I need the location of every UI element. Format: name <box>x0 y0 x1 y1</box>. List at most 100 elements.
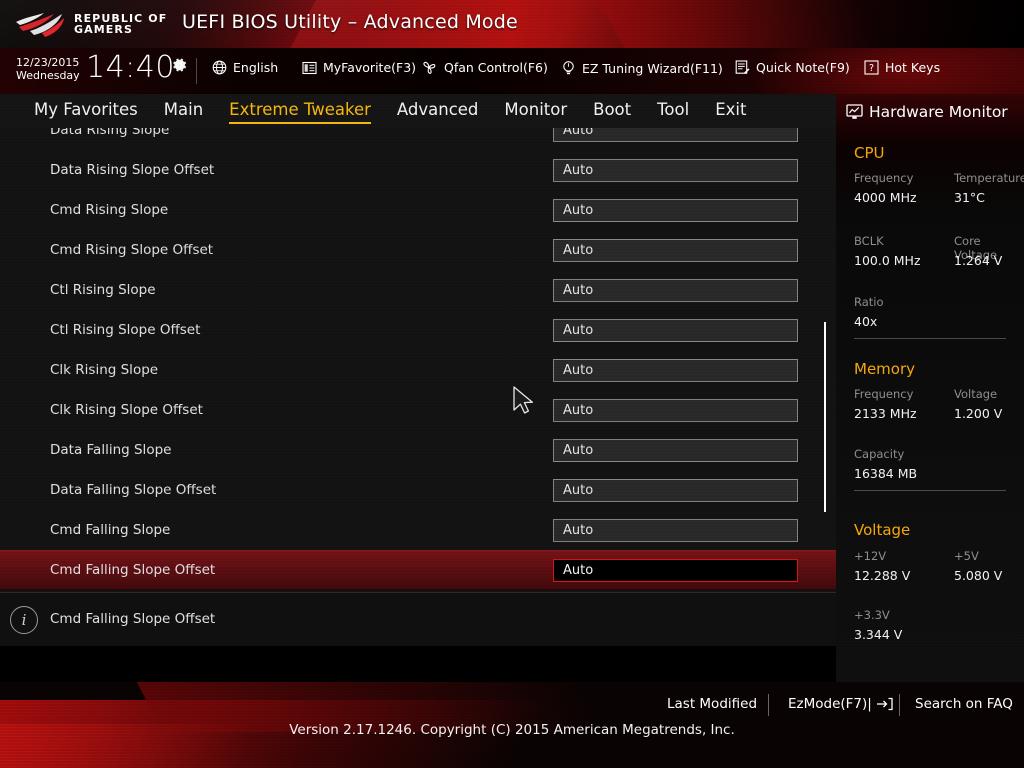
tab-advanced[interactable]: Advanced <box>397 100 479 122</box>
tab-label: Advanced <box>396 100 479 119</box>
setting-value-text: Auto <box>563 482 594 498</box>
setting-row[interactable]: Ctl Rising Slope Auto <box>0 270 836 310</box>
setting-value-field[interactable]: Auto <box>553 518 798 542</box>
setting-value-text: Auto <box>563 442 594 458</box>
tool-language-label: English <box>233 60 279 75</box>
tool-qfan-label: Qfan Control(F6) <box>444 60 548 75</box>
setting-row[interactable]: Cmd Rising Slope Auto <box>0 190 836 230</box>
hw-field-value: 3.344 V <box>854 627 903 642</box>
hw-field-value: 100.0 MHz <box>854 253 921 268</box>
hw-field-value: 12.288 V <box>854 568 911 583</box>
setting-value-field[interactable]: Auto <box>553 478 798 502</box>
ez-mode-button[interactable]: EzMode(F7)| <box>788 696 893 712</box>
rog-wordmark: REPUBLIC OF GAMERS <box>74 13 167 36</box>
tool-ez-tuning-wizard[interactable]: EZ Tuning Wizard(F11) <box>561 60 723 76</box>
question-icon: ? <box>864 60 879 75</box>
setting-value-text: Auto <box>563 202 594 218</box>
info-toolbar: 12/23/2015 Wednesday 14:40 English MyFav… <box>0 48 1024 94</box>
tab-exit[interactable]: Exit <box>715 100 746 122</box>
hardware-monitor-panel: Hardware Monitor CPU Frequency 4000 MHz Tem… <box>836 94 1024 682</box>
setting-label: Data Rising Slope Offset <box>50 162 215 178</box>
list-icon <box>302 61 317 74</box>
tab-label: My Favorites <box>34 100 138 119</box>
setting-value-field[interactable]: Auto <box>553 398 798 422</box>
gear-icon[interactable] <box>170 56 188 78</box>
hw-section-title-cpu: CPU <box>854 144 885 162</box>
setting-value-field[interactable]: Auto <box>553 238 798 262</box>
infobar-separator <box>196 58 197 84</box>
setting-label: Data Falling Slope <box>50 442 172 458</box>
banner-diagonal-accent-2 <box>585 0 915 48</box>
setting-row[interactable]: Clk Rising Slope Offset Auto <box>0 390 836 430</box>
tool-hot-keys[interactable]: ? Hot Keys <box>864 60 940 75</box>
tool-hot-keys-label: Hot Keys <box>885 60 941 75</box>
date-value: 12/23/2015 <box>16 56 80 69</box>
tab-main[interactable]: Main <box>164 100 203 122</box>
top-banner: REPUBLIC OF GAMERS UEFI BIOS Utility – A… <box>0 0 1024 48</box>
svg-text:?: ? <box>869 63 874 74</box>
hw-field-label: Voltage <box>954 387 998 401</box>
tab-monitor[interactable]: Monitor <box>504 100 567 122</box>
setting-row[interactable]: Data Falling Slope Offset Auto <box>0 470 836 510</box>
hw-field-value: 1.200 V <box>954 406 1003 421</box>
hw-field-value: 1.264 V <box>954 253 1003 268</box>
setting-value-text: Auto <box>563 362 594 378</box>
setting-value-field[interactable]: Auto <box>553 358 798 382</box>
tool-language[interactable]: English <box>212 60 278 75</box>
settings-scrollbar-thumb[interactable] <box>824 322 826 512</box>
setting-label: Cmd Rising Slope <box>50 202 169 218</box>
setting-row[interactable]: Data Falling Slope Auto <box>0 430 836 470</box>
hw-field-value: 31°C <box>954 190 985 205</box>
tab-tool[interactable]: Tool <box>657 100 689 122</box>
setting-value-field[interactable]: Auto <box>553 158 798 182</box>
setting-row[interactable]: Cmd Falling Slope Offset Auto <box>0 550 836 590</box>
setting-value-field[interactable]: Auto <box>553 438 798 462</box>
rog-logo: REPUBLIC OF GAMERS <box>14 6 174 42</box>
search-faq-label: Search on FAQ <box>915 696 1013 712</box>
setting-row[interactable]: Cmd Falling Slope Auto <box>0 510 836 550</box>
bulb-icon <box>563 61 574 75</box>
tool-qfan-control[interactable]: Qfan Control(F6) <box>421 60 548 75</box>
clock-display: 14:40 <box>86 50 175 85</box>
hw-field-label: +12V <box>854 549 887 563</box>
setting-row[interactable]: Ctl Rising Slope Offset Auto <box>0 310 836 350</box>
setting-value-field[interactable]: Auto <box>553 558 798 582</box>
tab-extreme-tweaker[interactable]: Extreme Tweaker <box>229 100 371 124</box>
weekday-value: Wednesday <box>16 69 80 82</box>
setting-value-text: Auto <box>563 522 594 538</box>
help-text: Cmd Falling Slope Offset <box>50 611 216 627</box>
setting-value-field[interactable]: Auto <box>553 198 798 222</box>
hw-field-label: Ratio <box>854 295 884 309</box>
search-faq-button[interactable]: Search on FAQ <box>915 696 1013 712</box>
setting-value-field[interactable]: Auto <box>553 278 798 302</box>
setting-value-text: Auto <box>563 402 594 418</box>
ez-mode-label: EzMode(F7)| <box>788 696 872 712</box>
last-modified-button[interactable]: Last Modified <box>667 696 757 712</box>
setting-value-text: Auto <box>563 242 594 258</box>
setting-label: Clk Rising Slope <box>50 362 159 378</box>
setting-value-field[interactable]: Auto <box>553 318 798 342</box>
bottom-bar: Last Modified EzMode(F7)| Search on FAQ … <box>0 682 1024 768</box>
monitor-icon <box>846 104 863 119</box>
setting-label: Cmd Falling Slope <box>50 522 171 538</box>
tab-boot[interactable]: Boot <box>593 100 631 122</box>
fan-icon <box>423 61 436 74</box>
setting-value-text: Auto <box>563 282 594 298</box>
hw-field-label: Frequency <box>854 387 914 401</box>
hw-section-title-memory: Memory <box>854 360 916 378</box>
setting-label: Ctl Rising Slope <box>50 282 156 298</box>
setting-row[interactable]: Clk Rising Slope Auto <box>0 350 836 390</box>
tab-my-favorites[interactable]: My Favorites <box>34 100 138 122</box>
tool-ez-tuning-label: EZ Tuning Wizard(F11) <box>582 60 723 76</box>
tool-quick-note[interactable]: Quick Note(F9) <box>735 60 850 75</box>
setting-label: Cmd Rising Slope Offset <box>50 242 214 258</box>
tool-myfavorite[interactable]: MyFavorite(F3) <box>302 60 416 75</box>
hw-section-title-voltage: Voltage <box>854 521 911 539</box>
setting-row[interactable]: Data Rising Slope Offset Auto <box>0 150 836 190</box>
setting-row[interactable]: Cmd Rising Slope Offset Auto <box>0 230 836 270</box>
tab-label: Exit <box>715 100 747 119</box>
setting-value-text: Auto <box>563 322 594 338</box>
tab-label: Extreme Tweaker <box>229 100 371 119</box>
tab-label: Tool <box>657 100 690 119</box>
arrow-into-bracket-icon <box>876 697 893 711</box>
